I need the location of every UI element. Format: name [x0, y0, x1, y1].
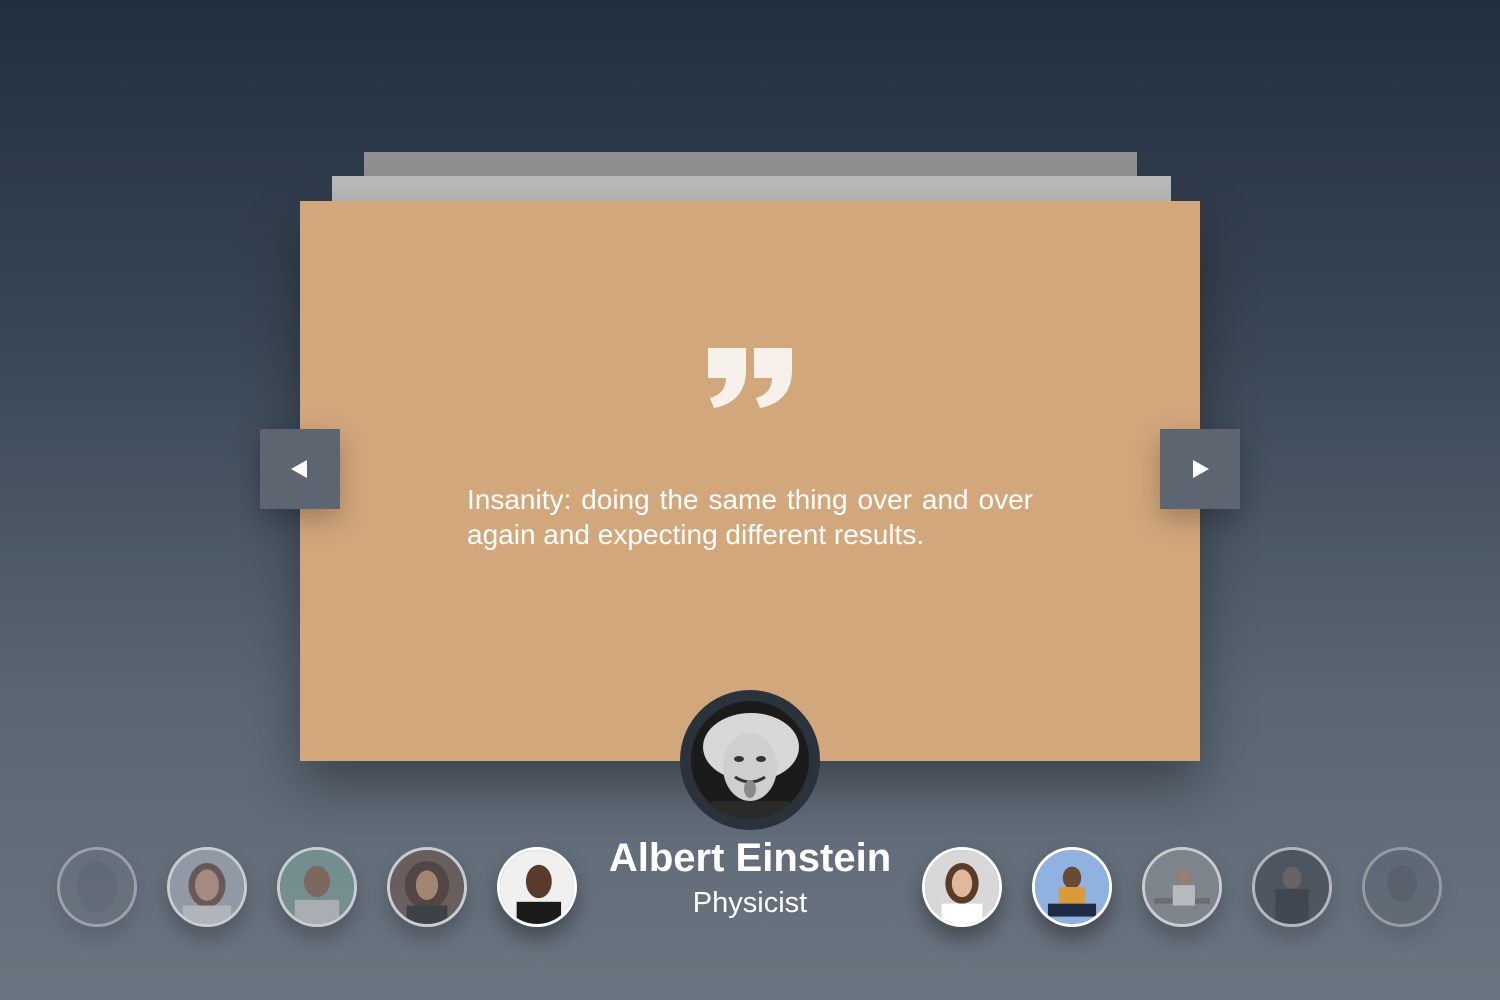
thumbnail-person-8[interactable] — [1142, 847, 1222, 927]
thumbnail-person-7[interactable] — [1032, 847, 1112, 927]
thumbnail-person-9[interactable] — [1252, 847, 1332, 927]
next-button[interactable] — [1160, 429, 1240, 509]
thumbnail-person-4[interactable] — [387, 847, 467, 927]
previous-button[interactable] — [260, 429, 340, 509]
thumbnail-person-6[interactable] — [922, 847, 1002, 927]
triangle-right-icon — [1193, 460, 1209, 478]
person-title: Physicist — [692, 887, 808, 919]
person-name: Albert Einstein — [608, 836, 892, 880]
thumbnail-person-5[interactable] — [497, 847, 577, 927]
triangle-left-icon — [291, 460, 307, 478]
avatar — [680, 690, 820, 830]
testimonial-card — [300, 201, 1200, 761]
quote-text: Insanity: doing the same thing over and … — [467, 484, 1033, 550]
quote-icon — [708, 348, 792, 408]
thumbnail-person-3[interactable] — [277, 847, 357, 927]
thumbnail-person-1[interactable] — [57, 847, 137, 927]
avatar-photo — [691, 701, 809, 819]
thumbnail-person-10[interactable] — [1362, 847, 1442, 927]
thumbnail-person-2[interactable] — [167, 847, 247, 927]
